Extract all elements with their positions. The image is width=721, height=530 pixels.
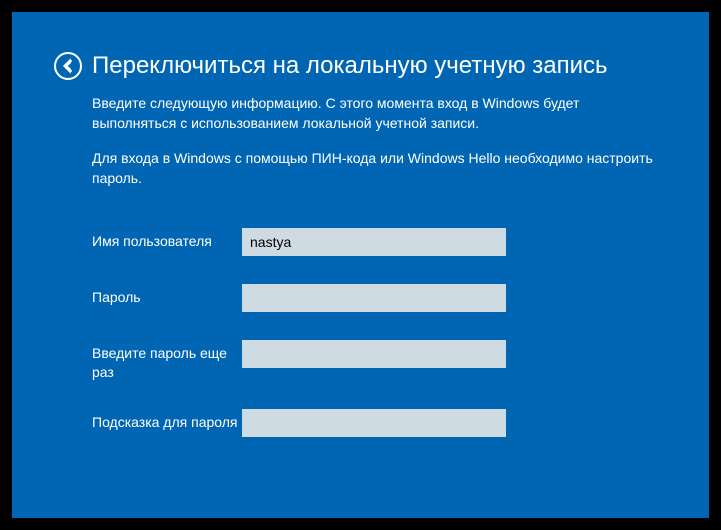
hint-label: Подсказка для пароля xyxy=(92,409,242,431)
username-label: Имя пользователя xyxy=(92,228,242,250)
arrow-left-icon xyxy=(60,58,76,74)
dialog-header: Переключиться на локальную учетную запис… xyxy=(54,52,667,80)
password-confirm-row: Введите пароль еще раз xyxy=(92,340,667,380)
password-input[interactable] xyxy=(242,284,506,312)
hint-input[interactable] xyxy=(242,409,506,437)
username-row: Имя пользователя xyxy=(92,228,667,256)
back-button[interactable] xyxy=(54,52,82,80)
password-label: Пароль xyxy=(92,284,242,306)
local-account-dialog: Переключиться на локальную учетную запис… xyxy=(12,12,709,518)
page-title: Переключиться на локальную учетную запис… xyxy=(92,52,608,80)
password-confirm-label: Введите пароль еще раз xyxy=(92,340,242,380)
hint-row: Подсказка для пароля xyxy=(92,409,667,437)
account-form: Имя пользователя Пароль Введите пароль е… xyxy=(92,228,667,436)
password-row: Пароль xyxy=(92,284,667,312)
note-text: Для входа в Windows с помощью ПИН-кода и… xyxy=(92,149,667,188)
description-text: Введите следующую информацию. С этого мо… xyxy=(92,94,667,133)
username-input[interactable] xyxy=(242,228,506,256)
password-confirm-input[interactable] xyxy=(242,340,506,368)
